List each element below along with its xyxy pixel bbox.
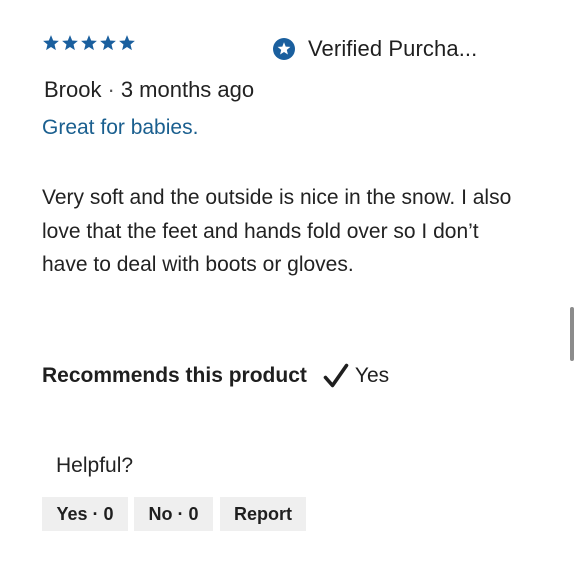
review-date: 3 months ago — [120, 77, 255, 102]
star-icon — [99, 34, 117, 52]
verified-purchase-label: Verified Purcha... — [308, 36, 478, 61]
star-icon — [118, 34, 136, 52]
verified-star-badge-icon — [273, 38, 295, 60]
helpful-no-button[interactable]: No · 0 — [134, 497, 213, 531]
helpful-yes-button[interactable]: Yes · 0 — [42, 497, 128, 531]
star-rating — [42, 34, 136, 52]
author-name: Brook — [44, 77, 102, 102]
recommends-label: Recommends this product — [42, 364, 307, 387]
verified-purchase-badge: Verified Purcha... — [272, 36, 477, 62]
helpful-prompt: Helpful? — [56, 454, 134, 477]
review-title: Great for babies. — [42, 116, 199, 139]
checkmark-icon — [323, 363, 349, 388]
meta-separator: · — [107, 77, 115, 102]
star-icon — [61, 34, 79, 52]
review-body: Very soft and the outside is nice in the… — [42, 186, 512, 276]
star-icon — [80, 34, 98, 52]
review-card: Verified Purcha... Brook · 3 months ago Gr… — [0, 0, 580, 580]
star-icon — [42, 34, 60, 52]
review-meta: Brook · 3 months ago — [44, 77, 254, 103]
recommends-value: Yes — [354, 364, 390, 387]
recommends-product: Recommends this product Yes — [42, 363, 389, 389]
scrollbar-thumb[interactable] — [570, 307, 574, 361]
report-button[interactable]: Report — [220, 497, 306, 531]
